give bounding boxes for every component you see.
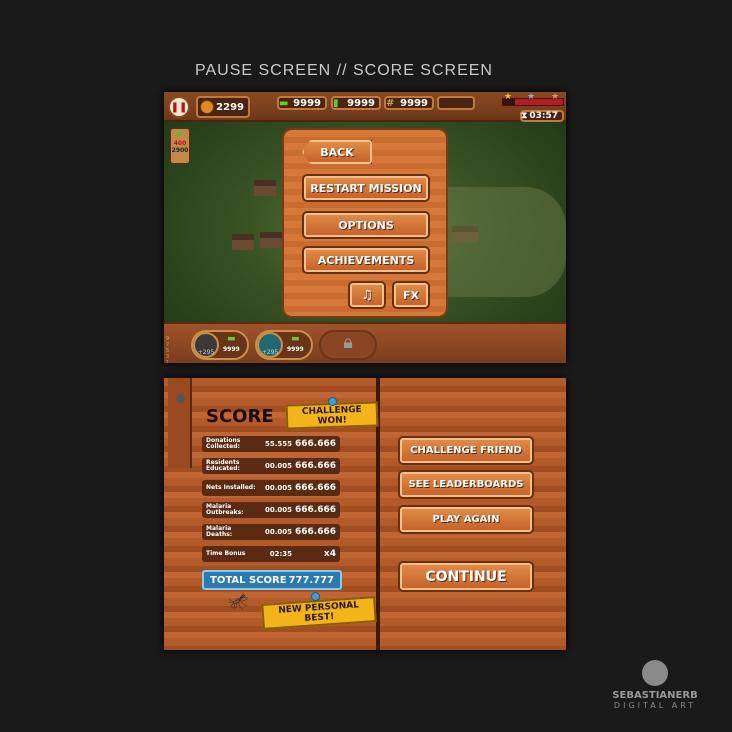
page-heading: PAUSE SCREEN // SCORE SCREEN [195, 62, 493, 79]
new-personal-best-badge: NEW PERSONAL BEST! [261, 596, 377, 630]
row-score: 666.666 [295, 439, 336, 449]
checkmark-icon: ✔ [175, 129, 185, 140]
restart-mission-button[interactable]: RESTART MISSION [302, 174, 430, 202]
star-icon: ★ [551, 92, 560, 102]
row-value: 55.555 [264, 440, 292, 448]
resource-net: #9999 [384, 96, 434, 110]
see-leaderboards-button[interactable]: SEE LEADERBOARDS [398, 470, 534, 499]
options-button[interactable]: OPTIONS [302, 211, 430, 239]
pause-button[interactable]: ❚❚ [168, 96, 190, 118]
row-label: Time Bonus [206, 550, 246, 557]
play-again-button[interactable]: PLAY AGAIN [398, 505, 534, 534]
row-score: 666.666 [295, 527, 336, 537]
resource-sprayer: ▮ 9999 [331, 96, 381, 110]
row-label: Malaria Outbreaks: [206, 503, 244, 516]
cash-icon: ▬ [279, 97, 289, 109]
tool-bar: 97531 +295 9999 ▬ +295 9999 ▬ 🔒︎ [164, 322, 566, 363]
screw-icon [176, 394, 185, 403]
score-row: Malaria Deaths: 00.005 666.666 [202, 524, 340, 540]
hourglass-icon: ⧗ [521, 111, 528, 121]
cash-icon: ▬ [227, 334, 236, 344]
continue-button[interactable]: CONTINUE [398, 561, 534, 592]
coin-icon [200, 100, 214, 114]
back-button[interactable]: BACK [302, 140, 372, 164]
star-icon: ★ [504, 92, 513, 102]
score-row: Time Bonus 02:35 x4 [202, 546, 340, 562]
row-value: 00.005 [264, 462, 292, 470]
sprayer-icon: +295 [193, 332, 219, 358]
mosquito-icon: 🦟︎ [228, 592, 249, 611]
pin-icon [311, 592, 320, 601]
score-screen: SCORE CHALLENGE WON! Donations Collected… [164, 378, 566, 650]
row-label: Residents Educated: [206, 459, 240, 472]
wood-post [168, 378, 192, 468]
cash-icon: ▬ [291, 334, 300, 344]
row-label: Nets Installed: [206, 484, 256, 491]
hut [260, 232, 282, 248]
hut [254, 180, 276, 196]
artist-logo: SEBASTIANERB DIGITAL ART [600, 656, 710, 710]
row-value: 02:35 [269, 550, 292, 558]
level-list: 97531 [166, 336, 170, 363]
hut [232, 234, 254, 250]
row-label: Donations Collected: [206, 437, 241, 450]
row-label: Malaria Deaths: [206, 525, 233, 538]
music-toggle-button[interactable]: ♫ [348, 281, 386, 309]
net-icon: # [386, 97, 395, 109]
row-value: 00.005 [264, 506, 292, 514]
tool-net[interactable]: +295 9999 ▬ [255, 330, 313, 360]
score-row: Donations Collected: 55.555 666.666 [202, 436, 340, 452]
pause-menu-board: BACK RESTART MISSION OPTIONS ACHIEVEMENT… [282, 128, 448, 318]
coin-counter: 2299 [196, 96, 250, 118]
score-title: SCORE [206, 406, 274, 427]
mission-badge[interactable]: ✔ 400 2900 [170, 128, 190, 164]
score-row: Malaria Outbreaks: 00.005 666.666 [202, 502, 340, 518]
top-bar: ❚❚ 2299 ▬ 9999 ▮ 9999 #9999 ★ ★ ★ ⧗ 03:57 [164, 92, 566, 122]
resource-cash: ▬ 9999 [277, 96, 327, 110]
row-score: 666.666 [295, 461, 336, 471]
star-icon: ★ [527, 92, 536, 102]
resource-empty [437, 96, 475, 110]
score-row: Nets Installed: 00.005 666.666 [202, 480, 340, 496]
row-value: 00.005 [264, 528, 292, 536]
locked-tool-slot[interactable]: 🔒︎ [319, 330, 377, 360]
row-value: 00.005 [264, 484, 292, 492]
sprayer-icon: ▮ [333, 97, 339, 109]
pause-screen: ❚❚ 2299 ▬ 9999 ▮ 9999 #9999 ★ ★ ★ ⧗ 03:57 ✔… [164, 92, 566, 363]
challenge-friend-button[interactable]: CHALLENGE FRIEND [398, 436, 534, 465]
score-row: Residents Educated: 00.005 666.666 [202, 458, 340, 474]
pin-icon [328, 397, 337, 406]
timer: ⧗ 03:57 [520, 110, 564, 122]
achievements-button[interactable]: ACHIEVEMENTS [302, 246, 430, 274]
net-icon: +295 [257, 332, 283, 358]
fx-toggle-button[interactable]: FX [392, 281, 430, 309]
row-score: x4 [323, 549, 336, 559]
brush-logo-icon [642, 660, 668, 686]
row-score: 666.666 [295, 483, 336, 493]
row-score: 666.666 [295, 505, 336, 515]
lock-icon: 🔒︎ [343, 332, 353, 353]
total-score-bar: TOTAL SCORE 777.777 [202, 570, 342, 590]
tool-sprayer[interactable]: +295 9999 ▬ [191, 330, 249, 360]
